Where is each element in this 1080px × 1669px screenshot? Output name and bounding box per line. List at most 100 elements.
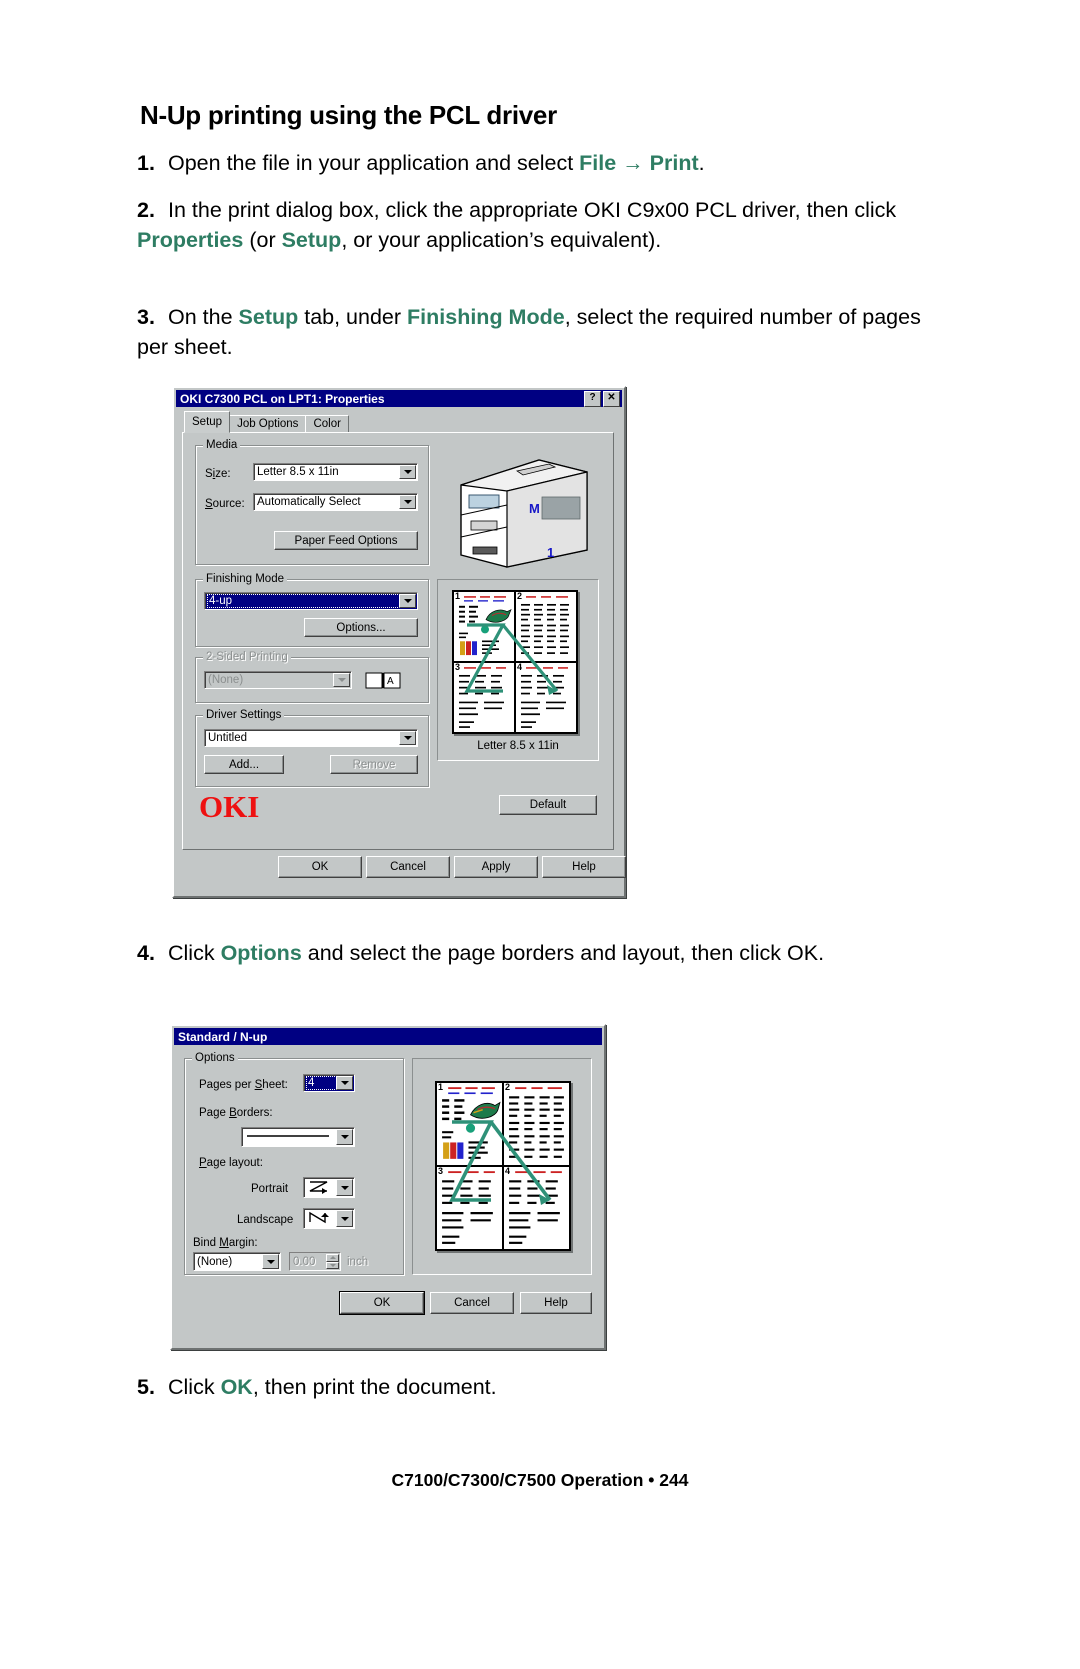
chevron-down-icon[interactable]	[399, 495, 416, 509]
driver-settings-combo[interactable]: Untitled	[204, 729, 418, 747]
page-footer-text: C7100/C7300/C7500 Operation • 244	[391, 1470, 689, 1490]
printer-properties-dialog[interactable]: OKI C7300 PCL on LPT1: Properties ? ✕ Se…	[172, 386, 626, 898]
preview2-page-4-number: 4	[505, 1166, 511, 1176]
paper-feed-options-button[interactable]: Paper Feed Options	[274, 531, 418, 550]
tab-job-options-label: Job Options	[237, 418, 299, 430]
printer-illustration: M 1	[460, 459, 588, 568]
pages-per-sheet-combo[interactable]: 4	[303, 1074, 355, 1092]
dialog1-tabstrip[interactable]: Setup Job Options Color	[184, 411, 349, 433]
chevron-down-icon[interactable]	[336, 1210, 353, 1227]
finishing-mode-value: 4-up	[207, 594, 400, 608]
portrait-layout-value	[307, 1179, 336, 1197]
help-icon[interactable]: ?	[584, 390, 601, 407]
dialog2-help-button[interactable]: Help	[520, 1292, 592, 1314]
chevron-down-icon[interactable]	[336, 1129, 353, 1145]
paper-size-combo[interactable]: Letter 8.5 x 11in	[253, 463, 418, 481]
two-sided-combo[interactable]: (None)	[204, 671, 352, 689]
preview-page-3: 3	[453, 662, 515, 733]
dialog1-cancel-button[interactable]: Cancel	[366, 856, 450, 878]
bind-margin-combo[interactable]: (None)	[193, 1252, 281, 1271]
dialog1-cancel-label: Cancel	[390, 861, 426, 873]
dialog1-help-button[interactable]: Help	[542, 856, 626, 878]
chevron-down-icon[interactable]	[336, 1076, 353, 1090]
page-borders-combo[interactable]	[241, 1127, 355, 1147]
default-button[interactable]: Default	[499, 795, 597, 815]
chevron-down-icon[interactable]	[399, 465, 416, 479]
pages-per-sheet-label: Pages per Sheet:	[199, 1079, 288, 1091]
tab-setup[interactable]: Setup	[184, 411, 231, 433]
dialog1-ok-button[interactable]: OK	[278, 856, 362, 878]
chevron-down-icon[interactable]	[262, 1254, 279, 1269]
finishing-mode-group: Finishing Mode 4-up Options...	[195, 573, 429, 647]
finishing-options-button[interactable]: Options...	[304, 618, 418, 637]
media-group-label: Media	[203, 439, 241, 451]
step-1-text: Open the file in your application and se…	[168, 151, 705, 175]
preview-page-3-number: 3	[455, 662, 461, 672]
dialog2-titlebar[interactable]: Standard / N-up	[174, 1028, 602, 1045]
bind-margin-amount-stepper[interactable]: 0.00	[289, 1252, 341, 1271]
landscape-layout-combo[interactable]	[303, 1208, 355, 1229]
stepper-arrows-icon[interactable]	[326, 1254, 339, 1269]
n-order-icon	[309, 1211, 329, 1223]
chevron-down-icon[interactable]	[333, 673, 350, 687]
step-4: 4. Click Options and select the page bor…	[137, 938, 927, 968]
step-3: 3. On the Setup tab, under Finishing Mod…	[137, 302, 927, 362]
size-label: Size:	[205, 468, 231, 480]
preview-page-2: 2	[515, 591, 577, 662]
dialog2-help-label: Help	[544, 1297, 568, 1309]
portrait-label: Portrait	[251, 1183, 289, 1195]
page-borders-label: Page Borders:	[199, 1107, 273, 1119]
two-sided-printing-group: 2-Sided Printing (None) A	[195, 651, 429, 703]
step-1-number: 1.	[137, 151, 155, 175]
chevron-down-icon[interactable]	[399, 594, 416, 608]
border-line-icon	[247, 1134, 329, 1137]
step-5-number: 5.	[137, 1375, 155, 1399]
layout-preview-panel: 1 2 3 4 Letter 8.5 x 11in	[437, 579, 599, 761]
nup-options-group: Options Pages per Sheet: 4 Page Borders:…	[184, 1052, 404, 1275]
dialog1-help-label: Help	[572, 861, 596, 873]
dialog1-apply-label: Apply	[481, 861, 511, 873]
finishing-mode-combo[interactable]: 4-up	[204, 592, 418, 610]
close-icon[interactable]: ✕	[603, 390, 620, 407]
page-borders-value	[245, 1131, 336, 1144]
preview2-page-4: 4	[503, 1166, 570, 1250]
landscape-label: Landscape	[237, 1214, 294, 1226]
paper-feed-options-label: Paper Feed Options	[294, 534, 398, 547]
tab-job-options[interactable]: Job Options	[229, 415, 307, 433]
remove-driver-setting-button[interactable]: Remove	[330, 755, 418, 774]
step-4-text: Click Options and select the page border…	[168, 941, 825, 965]
portrait-layout-combo[interactable]	[303, 1177, 355, 1198]
dialog1-apply-button[interactable]: Apply	[454, 856, 538, 878]
standard-nup-dialog[interactable]: Standard / N-up Options Pages per Sheet:…	[170, 1024, 606, 1350]
preview2-page-3-number: 3	[438, 1166, 444, 1176]
dialog1-titlebar[interactable]: OKI C7300 PCL on LPT1: Properties ? ✕	[176, 390, 622, 407]
step-3-number: 3.	[137, 305, 155, 329]
paper-source-combo[interactable]: Automatically Select	[253, 493, 418, 511]
media-group: Media Size: Letter 8.5 x 11in Source: Au…	[195, 439, 429, 565]
preview-page-4-number: 4	[517, 662, 523, 672]
step-1: 1. Open the file in your application and…	[137, 148, 927, 178]
finishing-mode-group-label: Finishing Mode	[203, 573, 287, 585]
step-4-number: 4.	[137, 941, 155, 965]
chevron-down-icon[interactable]	[399, 731, 416, 745]
nup-preview-panel: 1 2 3 4	[412, 1058, 592, 1275]
document-page: N-Up printing using the PCL driver 1. Op…	[0, 0, 1080, 1669]
tab-color[interactable]: Color	[305, 415, 349, 433]
dialog1-ok-label: OK	[311, 861, 329, 873]
preview2-page-1-number: 1	[438, 1082, 444, 1092]
chevron-down-icon[interactable]	[336, 1179, 353, 1196]
add-button-label: Add...	[228, 758, 260, 771]
add-driver-setting-button[interactable]: Add...	[204, 755, 284, 774]
step-3-text: On the Setup tab, under Finishing Mode, …	[137, 305, 921, 359]
dialog2-ok-label: OK	[373, 1297, 391, 1309]
dialog2-cancel-button[interactable]: Cancel	[430, 1292, 514, 1314]
nup-preview-thumbnails-2: 1 2 3 4	[435, 1081, 571, 1251]
preview2-page-1: 1	[436, 1082, 503, 1166]
preview2-page-2-number: 2	[505, 1082, 511, 1092]
finishing-options-label: Options...	[336, 621, 386, 634]
driver-settings-value: Untitled	[208, 732, 247, 744]
setup-tab-panel: Media Size: Letter 8.5 x 11in Source: Au…	[182, 432, 614, 850]
step-2-number: 2.	[137, 198, 155, 222]
dialog2-ok-button[interactable]: OK	[340, 1292, 424, 1314]
book-icon: A	[365, 672, 401, 689]
